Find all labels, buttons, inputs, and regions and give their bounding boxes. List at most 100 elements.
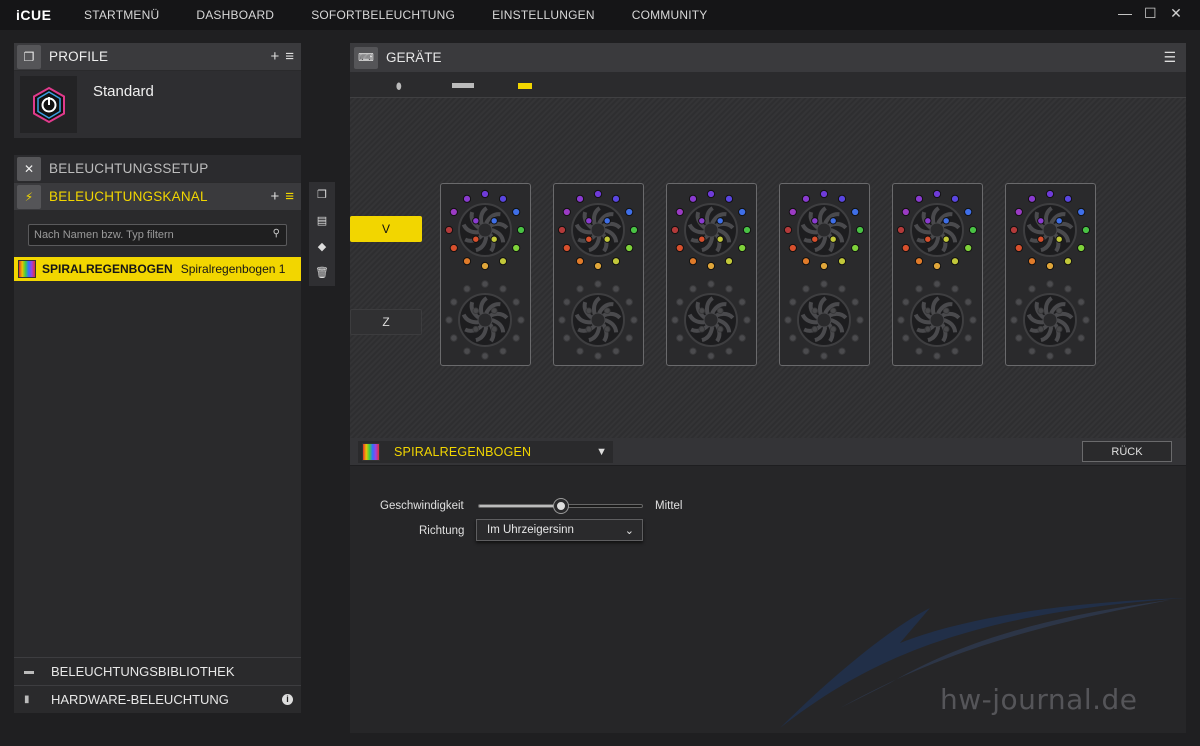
direction-dropdown[interactable]: Im Uhrzeigersinn ⌄ — [476, 519, 643, 541]
led-dot[interactable] — [924, 325, 932, 333]
led-dot[interactable] — [1077, 207, 1086, 217]
led-dot[interactable] — [462, 257, 472, 266]
led-dot[interactable] — [838, 285, 846, 293]
led-dot[interactable] — [914, 194, 924, 203]
effect-list-item[interactable]: SPIRALREGENBOGEN Spiralregenbogen 1 — [14, 257, 301, 281]
led-dot[interactable] — [788, 243, 797, 253]
led-dot[interactable] — [512, 298, 520, 306]
mouse-device-icon[interactable]: ⬮ — [396, 81, 402, 92]
minimize-icon[interactable]: — — [1118, 6, 1132, 20]
led-dot[interactable] — [480, 261, 490, 271]
led-dot[interactable] — [716, 235, 724, 243]
led-dot[interactable] — [1015, 334, 1023, 342]
lighting-library-row[interactable]: ▬ BELEUCHTUNGSBIBLIOTHEK — [14, 657, 301, 685]
lighting-setup-header[interactable]: ✕ BELEUCHTUNGSSETUP — [14, 155, 301, 183]
led-dot[interactable] — [562, 243, 571, 253]
duplicate-icon[interactable]: ▤ — [317, 214, 327, 227]
led-dot[interactable] — [829, 235, 837, 243]
led-dot[interactable] — [1063, 194, 1073, 203]
led-dot[interactable] — [481, 280, 489, 288]
led-dot[interactable] — [625, 243, 634, 253]
led-dot[interactable] — [1077, 243, 1086, 253]
led-dot[interactable] — [914, 257, 924, 266]
led-dot[interactable] — [1027, 194, 1037, 203]
led-dot[interactable] — [594, 352, 602, 360]
maximize-icon[interactable]: ☐ — [1144, 6, 1157, 20]
led-dot[interactable] — [1077, 298, 1085, 306]
led-dot[interactable] — [902, 334, 910, 342]
led-dot[interactable] — [603, 307, 611, 315]
led-dot[interactable] — [932, 189, 942, 199]
led-dot[interactable] — [499, 285, 507, 293]
trash-icon[interactable]: 🗑 — [315, 266, 329, 279]
led-dot[interactable] — [1064, 285, 1072, 293]
add-profile-icon[interactable]: + — [270, 48, 279, 65]
led-dot[interactable] — [896, 225, 906, 235]
led-dot[interactable] — [802, 285, 810, 293]
led-dot[interactable] — [851, 243, 860, 253]
led-dot[interactable] — [612, 285, 620, 293]
led-dot[interactable] — [716, 307, 724, 315]
led-dot[interactable] — [1045, 261, 1055, 271]
led-dot[interactable] — [716, 325, 724, 333]
led-dot[interactable] — [1063, 257, 1073, 266]
led-dot[interactable] — [942, 217, 950, 225]
led-dot[interactable] — [1027, 257, 1037, 266]
led-dot[interactable] — [942, 307, 950, 315]
led-dot[interactable] — [688, 257, 698, 266]
led-dot[interactable] — [743, 316, 751, 324]
info-icon[interactable]: i — [282, 694, 293, 705]
speed-slider[interactable] — [478, 499, 643, 513]
led-dot[interactable] — [811, 325, 819, 333]
led-dot[interactable] — [951, 347, 959, 355]
filter-input[interactable]: Nach Namen bzw. Typ filtern ⚲ — [28, 224, 287, 246]
effect-dropdown[interactable]: SPIRALREGENBOGEN ▼ — [358, 441, 613, 463]
led-dot[interactable] — [1014, 207, 1023, 217]
led-dot[interactable] — [964, 243, 973, 253]
led-dot[interactable] — [901, 243, 910, 253]
led-dot[interactable] — [444, 225, 454, 235]
fan-column[interactable] — [1005, 183, 1096, 366]
led-dot[interactable] — [969, 316, 977, 324]
nav-startmenu[interactable]: STARTMENÜ — [84, 8, 159, 22]
back-button[interactable]: RÜCK — [1082, 441, 1172, 462]
led-dot[interactable] — [512, 243, 521, 253]
led-dot[interactable] — [1028, 285, 1036, 293]
led-dot[interactable] — [585, 307, 593, 315]
led-dot[interactable] — [585, 325, 593, 333]
led-dot[interactable] — [811, 307, 819, 315]
led-dot[interactable] — [557, 225, 567, 235]
led-dot[interactable] — [783, 225, 793, 235]
led-dot[interactable] — [811, 217, 819, 225]
led-dot[interactable] — [480, 189, 490, 199]
led-dot[interactable] — [902, 298, 910, 306]
led-dot[interactable] — [897, 316, 905, 324]
fan-column[interactable] — [892, 183, 983, 366]
led-dot[interactable] — [472, 307, 480, 315]
led-dot[interactable] — [968, 225, 978, 235]
add-effect-icon[interactable]: + — [270, 188, 279, 205]
led-dot[interactable] — [724, 194, 734, 203]
led-dot[interactable] — [707, 280, 715, 288]
led-dot[interactable] — [630, 316, 638, 324]
led-dot[interactable] — [1055, 217, 1063, 225]
led-dot[interactable] — [689, 285, 697, 293]
led-dot[interactable] — [472, 217, 480, 225]
led-dot[interactable] — [706, 189, 716, 199]
hardware-lighting-row[interactable]: ▮ HARDWARE-BELEUCHTUNG i — [14, 685, 301, 713]
led-dot[interactable] — [1046, 280, 1054, 288]
led-dot[interactable] — [449, 207, 458, 217]
nav-instant-lighting[interactable]: SOFORTBELEUCHTUNG — [311, 8, 455, 22]
led-dot[interactable] — [820, 352, 828, 360]
led-dot[interactable] — [512, 207, 521, 217]
led-dot[interactable] — [450, 334, 458, 342]
led-dot[interactable] — [716, 217, 724, 225]
led-dot[interactable] — [516, 225, 526, 235]
led-dot[interactable] — [1055, 307, 1063, 315]
nav-community[interactable]: COMMUNITY — [632, 8, 708, 22]
led-dot[interactable] — [724, 257, 734, 266]
led-dot[interactable] — [851, 298, 859, 306]
led-dot[interactable] — [738, 334, 746, 342]
led-dot[interactable] — [490, 235, 498, 243]
led-dot[interactable] — [499, 347, 507, 355]
